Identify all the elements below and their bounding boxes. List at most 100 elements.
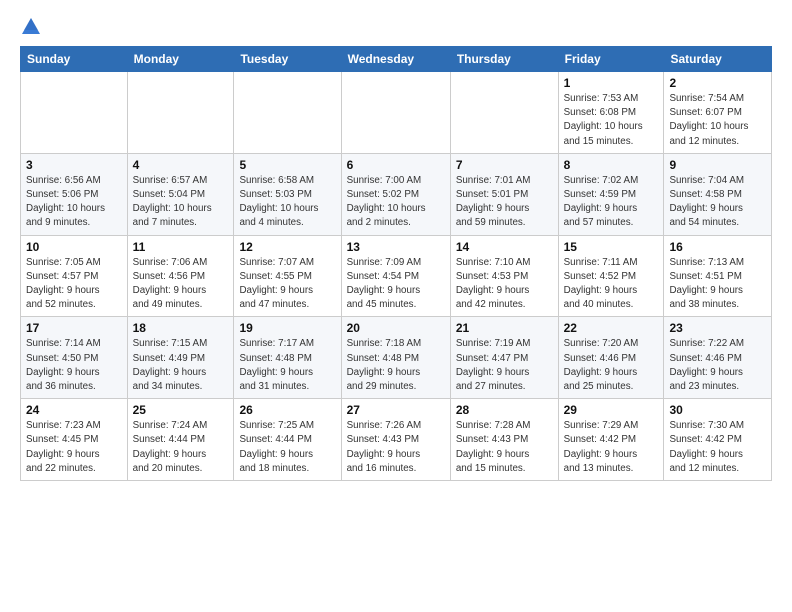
day-detail: Sunrise: 6:58 AM Sunset: 5:03 PM Dayligh… [239, 174, 335, 231]
day-detail: Sunrise: 7:26 AM Sunset: 4:43 PM Dayligh… [347, 419, 445, 476]
day-number: 29 [564, 403, 659, 417]
day-number: 9 [669, 158, 766, 172]
week-row-4: 17 Sunrise: 7:14 AM Sunset: 4:50 PM Dayli… [21, 317, 772, 399]
calendar-cell: 4Sunrise: 6:57 AM Sunset: 5:04 PM Daylig… [127, 153, 234, 235]
day-number: 28 [456, 403, 553, 417]
day-number: 16 [669, 240, 766, 254]
day-detail: Sunrise: 7:23 AM Sunset: 4:45 PM Dayligh… [26, 419, 122, 476]
calendar-cell: 1 Sunrise: 7:53 AM Sunset: 6:08 PM Daylig… [558, 72, 664, 154]
day-number: 15 [564, 240, 659, 254]
day-detail: Sunrise: 7:07 AM Sunset: 4:55 PM Dayligh… [239, 256, 335, 313]
weekday-header-friday: Friday [558, 47, 664, 72]
day-number: 22 [564, 321, 659, 335]
header [20, 16, 772, 38]
day-number: 8 [564, 158, 659, 172]
day-number: 18 [133, 321, 229, 335]
calendar-cell: 16 Sunrise: 7:13 AM Sunset: 4:51 PM Dayli… [664, 235, 772, 317]
weekday-header-tuesday: Tuesday [234, 47, 341, 72]
weekday-header-sunday: Sunday [21, 47, 128, 72]
calendar-cell: 13 Sunrise: 7:09 AM Sunset: 4:54 PM Dayli… [341, 235, 450, 317]
day-detail: Sunrise: 7:15 AM Sunset: 4:49 PM Dayligh… [133, 337, 229, 394]
calendar-cell: 25 Sunrise: 7:24 AM Sunset: 4:44 PM Dayli… [127, 399, 234, 481]
calendar-cell: 28 Sunrise: 7:28 AM Sunset: 4:43 PM Dayli… [450, 399, 558, 481]
logo-icon [20, 16, 42, 38]
day-detail: Sunrise: 7:54 AM Sunset: 6:07 PM Dayligh… [669, 92, 766, 149]
day-number: 19 [239, 321, 335, 335]
day-detail: Sunrise: 7:10 AM Sunset: 4:53 PM Dayligh… [456, 256, 553, 313]
calendar-cell: 11 Sunrise: 7:06 AM Sunset: 4:56 PM Dayli… [127, 235, 234, 317]
day-detail: Sunrise: 7:05 AM Sunset: 4:57 PM Dayligh… [26, 256, 122, 313]
day-number: 21 [456, 321, 553, 335]
day-detail: Sunrise: 7:28 AM Sunset: 4:43 PM Dayligh… [456, 419, 553, 476]
calendar-cell: 15 Sunrise: 7:11 AM Sunset: 4:52 PM Dayli… [558, 235, 664, 317]
calendar-cell: 29 Sunrise: 7:29 AM Sunset: 4:42 PM Dayli… [558, 399, 664, 481]
calendar-cell: 9 Sunrise: 7:04 AM Sunset: 4:58 PM Daylig… [664, 153, 772, 235]
day-detail: Sunrise: 7:17 AM Sunset: 4:48 PM Dayligh… [239, 337, 335, 394]
calendar-cell: 24Sunrise: 7:23 AM Sunset: 4:45 PM Dayli… [21, 399, 128, 481]
day-number: 3 [26, 158, 122, 172]
day-number: 6 [347, 158, 445, 172]
day-detail: Sunrise: 7:00 AM Sunset: 5:02 PM Dayligh… [347, 174, 445, 231]
day-number: 23 [669, 321, 766, 335]
calendar-cell: 7 Sunrise: 7:01 AM Sunset: 5:01 PM Daylig… [450, 153, 558, 235]
day-number: 14 [456, 240, 553, 254]
day-detail: Sunrise: 7:29 AM Sunset: 4:42 PM Dayligh… [564, 419, 659, 476]
calendar-cell: 22Sunrise: 7:20 AM Sunset: 4:46 PM Dayli… [558, 317, 664, 399]
calendar-cell: 2 Sunrise: 7:54 AM Sunset: 6:07 PM Daylig… [664, 72, 772, 154]
calendar-cell: 30 Sunrise: 7:30 AM Sunset: 4:42 PM Dayli… [664, 399, 772, 481]
day-number: 7 [456, 158, 553, 172]
calendar-cell: 6 Sunrise: 7:00 AM Sunset: 5:02 PM Daylig… [341, 153, 450, 235]
calendar-cell: 21Sunrise: 7:19 AM Sunset: 4:47 PM Dayli… [450, 317, 558, 399]
page-container: SundayMondayTuesdayWednesdayThursdayFrid… [0, 0, 792, 491]
calendar-cell: 19 Sunrise: 7:17 AM Sunset: 4:48 PM Dayli… [234, 317, 341, 399]
day-detail: Sunrise: 7:01 AM Sunset: 5:01 PM Dayligh… [456, 174, 553, 231]
day-number: 12 [239, 240, 335, 254]
day-number: 1 [564, 76, 659, 90]
day-detail: Sunrise: 7:25 AM Sunset: 4:44 PM Dayligh… [239, 419, 335, 476]
calendar-cell [234, 72, 341, 154]
calendar-cell: 17 Sunrise: 7:14 AM Sunset: 4:50 PM Dayli… [21, 317, 128, 399]
weekday-header-thursday: Thursday [450, 47, 558, 72]
day-number: 30 [669, 403, 766, 417]
day-detail: Sunrise: 6:56 AM Sunset: 5:06 PM Dayligh… [26, 174, 122, 231]
day-detail: Sunrise: 6:57 AM Sunset: 5:04 PM Dayligh… [133, 174, 229, 231]
calendar-cell: 27 Sunrise: 7:26 AM Sunset: 4:43 PM Dayli… [341, 399, 450, 481]
day-detail: Sunrise: 7:13 AM Sunset: 4:51 PM Dayligh… [669, 256, 766, 313]
day-detail: Sunrise: 7:09 AM Sunset: 4:54 PM Dayligh… [347, 256, 445, 313]
day-number: 2 [669, 76, 766, 90]
calendar-cell: 3 Sunrise: 6:56 AM Sunset: 5:06 PM Daylig… [21, 153, 128, 235]
day-number: 25 [133, 403, 229, 417]
day-detail: Sunrise: 7:14 AM Sunset: 4:50 PM Dayligh… [26, 337, 122, 394]
calendar-cell [127, 72, 234, 154]
calendar-cell: 12 Sunrise: 7:07 AM Sunset: 4:55 PM Dayli… [234, 235, 341, 317]
day-detail: Sunrise: 7:30 AM Sunset: 4:42 PM Dayligh… [669, 419, 766, 476]
day-number: 5 [239, 158, 335, 172]
day-detail: Sunrise: 7:53 AM Sunset: 6:08 PM Dayligh… [564, 92, 659, 149]
weekday-header-row: SundayMondayTuesdayWednesdayThursdayFrid… [21, 47, 772, 72]
week-row-3: 10 Sunrise: 7:05 AM Sunset: 4:57 PM Dayli… [21, 235, 772, 317]
day-detail: Sunrise: 7:11 AM Sunset: 4:52 PM Dayligh… [564, 256, 659, 313]
day-number: 26 [239, 403, 335, 417]
calendar-table: SundayMondayTuesdayWednesdayThursdayFrid… [20, 46, 772, 481]
day-number: 17 [26, 321, 122, 335]
day-detail: Sunrise: 7:18 AM Sunset: 4:48 PM Dayligh… [347, 337, 445, 394]
calendar-cell: 10 Sunrise: 7:05 AM Sunset: 4:57 PM Dayli… [21, 235, 128, 317]
calendar-cell: 5 Sunrise: 6:58 AM Sunset: 5:03 PM Daylig… [234, 153, 341, 235]
week-row-2: 3 Sunrise: 6:56 AM Sunset: 5:06 PM Daylig… [21, 153, 772, 235]
logo [20, 16, 46, 38]
day-detail: Sunrise: 7:22 AM Sunset: 4:46 PM Dayligh… [669, 337, 766, 394]
week-row-1: 1 Sunrise: 7:53 AM Sunset: 6:08 PM Daylig… [21, 72, 772, 154]
weekday-header-monday: Monday [127, 47, 234, 72]
day-detail: Sunrise: 7:06 AM Sunset: 4:56 PM Dayligh… [133, 256, 229, 313]
day-detail: Sunrise: 7:04 AM Sunset: 4:58 PM Dayligh… [669, 174, 766, 231]
day-detail: Sunrise: 7:24 AM Sunset: 4:44 PM Dayligh… [133, 419, 229, 476]
calendar-cell: 14 Sunrise: 7:10 AM Sunset: 4:53 PM Dayli… [450, 235, 558, 317]
day-number: 13 [347, 240, 445, 254]
day-number: 11 [133, 240, 229, 254]
calendar-cell: 20Sunrise: 7:18 AM Sunset: 4:48 PM Dayli… [341, 317, 450, 399]
week-row-5: 24Sunrise: 7:23 AM Sunset: 4:45 PM Dayli… [21, 399, 772, 481]
calendar-cell [21, 72, 128, 154]
day-number: 10 [26, 240, 122, 254]
calendar-cell: 18 Sunrise: 7:15 AM Sunset: 4:49 PM Dayli… [127, 317, 234, 399]
day-number: 27 [347, 403, 445, 417]
